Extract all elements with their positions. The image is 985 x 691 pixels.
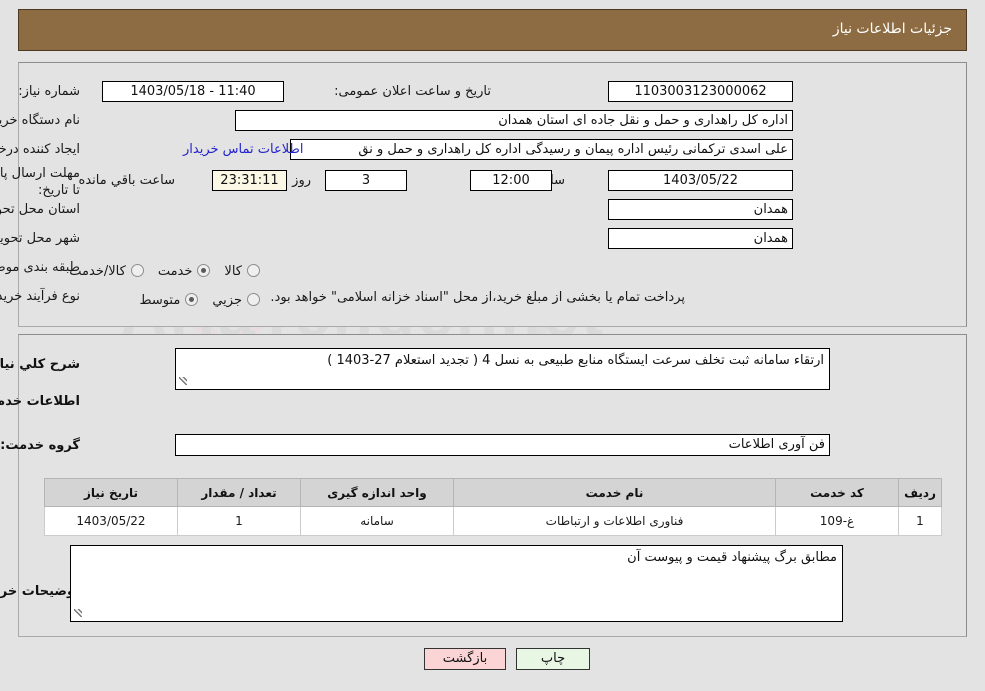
process-type-radio-group[interactable]: جزیي متوسط xyxy=(125,289,260,308)
classification-radio-0[interactable] xyxy=(247,264,260,277)
deadline-date-value: 1403/05/22 xyxy=(608,170,793,191)
buyer-org-value: اداره کل راهداری و حمل و نقل جاده ای است… xyxy=(235,110,793,131)
delivery-city-label: شهر محل تحویل: xyxy=(0,231,80,246)
table-col-header-4: تعداد / مقدار xyxy=(177,478,301,507)
requester-label: ایجاد کننده درخواست: xyxy=(0,142,80,157)
table-cell-2: فناوری اطلاعات و ارتباطات xyxy=(453,506,776,536)
page-root: ✔ AriaTender.net جزئیات اطلاعات نیاز شما… xyxy=(0,0,985,691)
classification-radio-label-0: کالا xyxy=(224,264,242,279)
services-section-title: اطلاعات خدمات مورد نیاز xyxy=(0,394,80,409)
need-number-label: شماره نیاز: xyxy=(18,84,80,99)
need-number-value: 1103003123000062 xyxy=(608,81,793,102)
deadline-hour-value: 12:00 xyxy=(470,170,552,191)
table-cell-0: 1 xyxy=(898,506,942,536)
summary-resize-handle[interactable] xyxy=(177,375,189,387)
table-cell-3: سامانه xyxy=(300,506,454,536)
delivery-province-value: همدان xyxy=(608,199,793,220)
requester-value: علی اسدی ترکمانی رئیس اداره پیمان و رسید… xyxy=(290,139,793,160)
table-col-header-5: تاریخ نیاز xyxy=(44,478,178,507)
buyer-org-label: نام دستگاه خریدار: xyxy=(0,113,80,128)
table-col-header-0: ردیف xyxy=(898,478,942,507)
table-header-row: ردیف کد خدمت نام خدمت واحد اندازه گیری تعداد… xyxy=(44,478,942,507)
table-col-header-2: نام خدمت xyxy=(453,478,776,507)
process-type-label: نوع فرآیند خرید : xyxy=(0,289,80,304)
process-radio-label-0: جزیي xyxy=(212,293,242,308)
classification-radio-2[interactable] xyxy=(130,264,144,277)
print-button[interactable]: چاپ xyxy=(516,648,590,670)
table-col-header-1: کد خدمت xyxy=(775,478,899,507)
table-cell-5: 1403/05/22 xyxy=(44,506,178,536)
classification-radio-label-2: کالا/خدمت xyxy=(69,264,126,279)
table-cell-1: غ-109 xyxy=(775,506,899,536)
process-radio-0[interactable] xyxy=(247,293,260,306)
process-radio-label-1: متوسط xyxy=(139,293,181,308)
table-row: 1 غ-109 فناوری اطلاعات و ارتباطات سامانه 1 14… xyxy=(44,506,942,536)
deadline-days-value: 3 xyxy=(325,170,407,191)
table-cell-4: 1 xyxy=(177,506,301,536)
buyer-notes-textarea[interactable]: مطابق برگ پیشنهاد قیمت و پیوست آن xyxy=(70,545,843,622)
buyer-notes-resize-handle[interactable] xyxy=(72,607,84,619)
back-button[interactable]: بازگشت xyxy=(424,648,506,670)
classification-radio-label-1: خدمت xyxy=(157,264,193,279)
delivery-city-value: همدان xyxy=(608,228,793,249)
table-col-header-3: واحد اندازه گیری xyxy=(300,478,454,507)
header-bar: جزئیات اطلاعات نیاز xyxy=(18,9,967,51)
classification-radio-1[interactable] xyxy=(197,264,211,277)
buyer-notes-label: توضیحات خریدار: xyxy=(0,584,80,599)
classification-radio-group[interactable]: کالا خدمت کالا/خدمت xyxy=(55,260,260,279)
delivery-province-label: استان محل تحویل: xyxy=(0,202,80,217)
table-body: 1 غ-109 فناوری اطلاعات و ارتباطات سامانه 1 14… xyxy=(44,506,942,536)
deadline-countdown-label: ساعت باقي مانده xyxy=(78,173,175,188)
treasury-note: پرداخت تمام یا بخشی از مبلغ خرید،از محل … xyxy=(270,290,685,305)
summary-textarea[interactable]: ارتقاء سامانه ثبت تخلف سرعت ایستگاه مناب… xyxy=(175,348,830,390)
announce-label: تاریخ و ساعت اعلان عمومی: xyxy=(334,84,491,99)
buyer-contact-link[interactable]: اطلاعات تماس خریدار xyxy=(183,142,303,157)
service-group-value: فن آوری اطلاعات xyxy=(175,434,830,456)
deadline-label: مهلت ارسال پاسخ: تا تاریخ: xyxy=(0,166,80,198)
services-table: ردیف کد خدمت نام خدمت واحد اندازه گیری تعداد… xyxy=(44,478,942,536)
service-group-label: گروه خدمت: xyxy=(0,438,80,453)
summary-label: شرح کلي نیاز: xyxy=(0,357,80,372)
deadline-countdown-value: 23:31:11 xyxy=(212,170,287,191)
process-radio-1[interactable] xyxy=(185,293,199,306)
page-title: جزئیات اطلاعات نیاز xyxy=(832,21,952,37)
announce-value: 11:40 - 1403/05/18 xyxy=(102,81,284,102)
